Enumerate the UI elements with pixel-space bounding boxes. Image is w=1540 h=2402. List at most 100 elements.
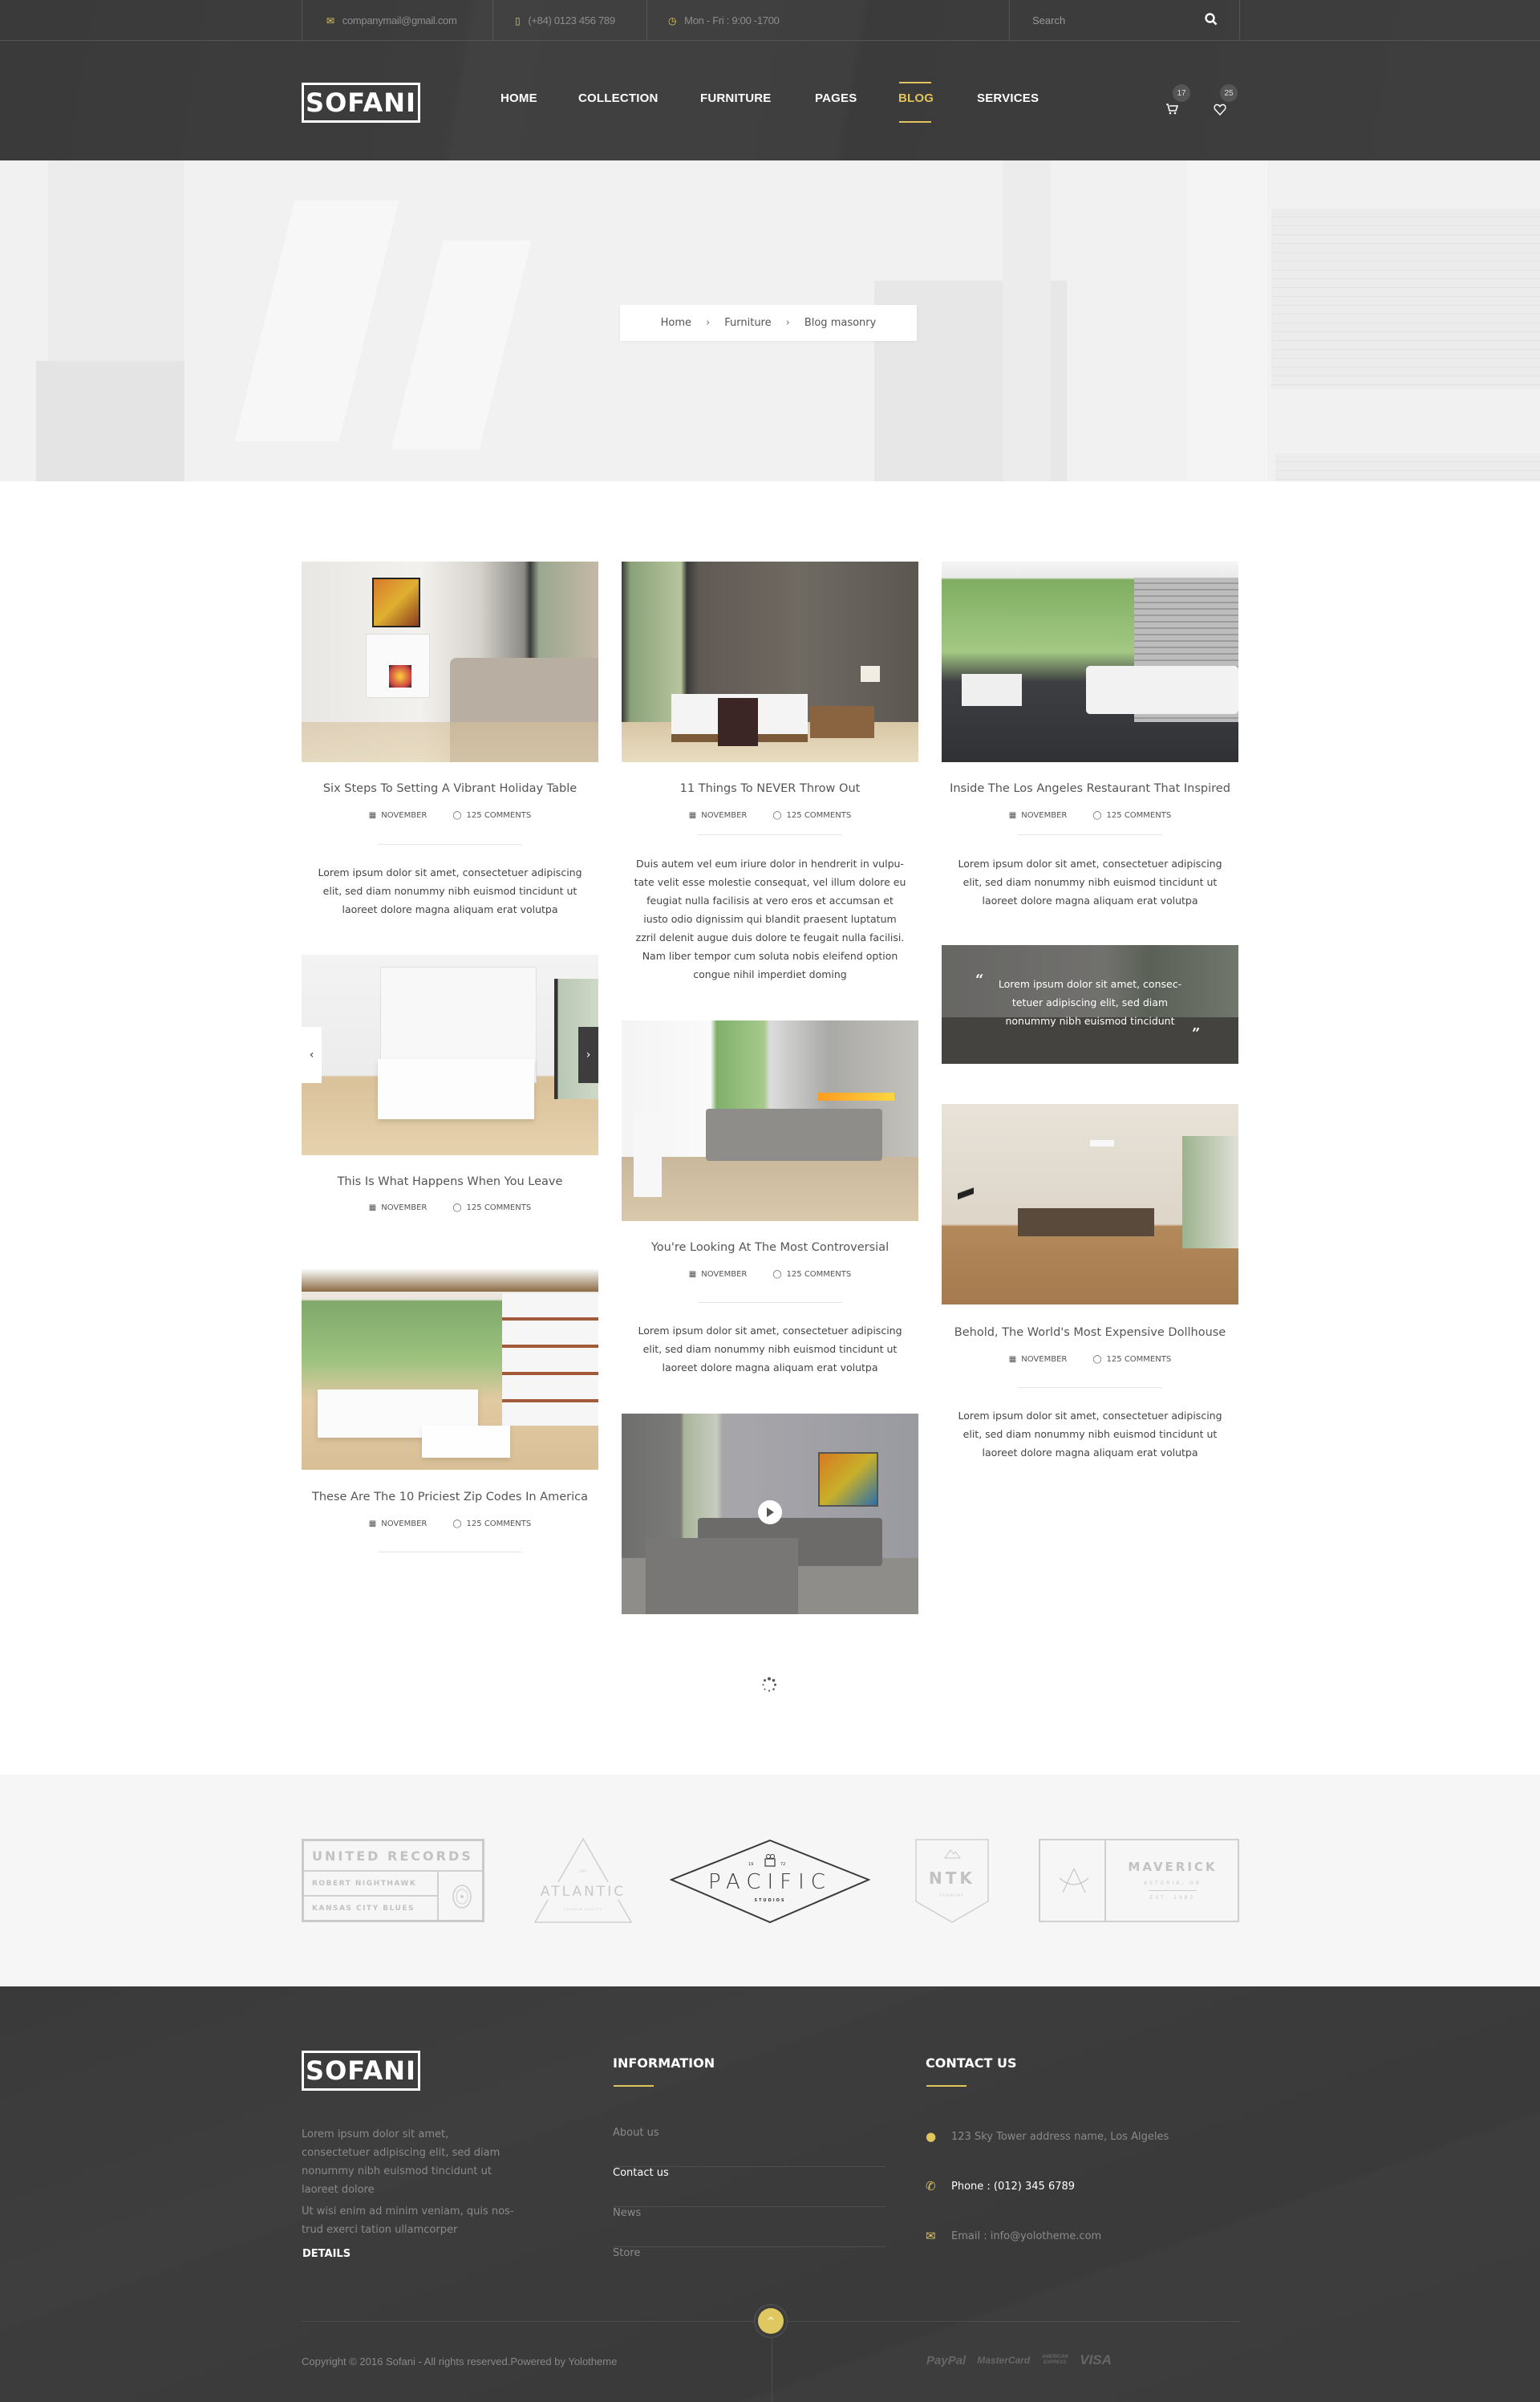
footer-link-contact[interactable]: Contact us: [613, 2167, 886, 2207]
compass-icon: [1059, 1868, 1089, 1893]
post-title[interactable]: You're Looking At The Most Controversial: [622, 1241, 918, 1254]
topbar-email[interactable]: ✉ companymail@gmail.com: [302, 0, 492, 41]
footer-details-link[interactable]: DETAILS: [302, 2248, 351, 2260]
slider-next-button[interactable]: ›: [578, 1027, 598, 1083]
heart-icon[interactable]: [1214, 103, 1226, 116]
partner-logo-united-records[interactable]: UNITED RECORDS ROBERT NIGHTHAWK KANSAS C…: [302, 1839, 484, 1922]
footer-link-news[interactable]: News: [613, 2207, 886, 2247]
post-meta: ▦ NOVEMBER ◯ 125 COMMENTS: [942, 1355, 1238, 1364]
footer-contact-title: CONTACT US: [926, 2055, 1017, 2071]
post-gallery-slider: ‹ ›: [302, 955, 598, 1155]
calendar-icon: ▦: [688, 1270, 697, 1279]
lamp: [861, 666, 880, 682]
copyright: Copyright © 2016 Sofani - All rights res…: [302, 2355, 618, 2368]
ottoman: [962, 674, 1022, 706]
search-icon[interactable]: [1204, 12, 1218, 26]
post-video[interactable]: [622, 1414, 918, 1614]
post-comments[interactable]: ◯ 125 COMMENTS: [1092, 811, 1171, 820]
breadcrumb-home[interactable]: Home: [661, 317, 691, 329]
nav-pages[interactable]: PAGES: [815, 91, 857, 105]
quote-open-icon: “: [975, 972, 984, 988]
partner-logo-maverick[interactable]: MAVERICK ASTORIA, OR EST. 1982: [1039, 1839, 1239, 1922]
post-comments[interactable]: ◯ 125 COMMENTS: [772, 1270, 851, 1279]
post-comments[interactable]: ◯ 125 COMMENTS: [772, 811, 851, 820]
sofa: [646, 1538, 798, 1614]
cart-icon[interactable]: [1165, 103, 1178, 116]
post-title[interactable]: Inside The Los Angeles Restaurant That I…: [942, 782, 1238, 795]
calendar-icon: ▦: [1008, 1355, 1017, 1364]
partner-logo-ntk[interactable]: NTK VERMONT: [915, 1839, 989, 1924]
post-title[interactable]: These Are The 10 Priciest Zip Codes In A…: [302, 1491, 598, 1503]
post-excerpt: Duis autem vel eum iriure dolor in hendr…: [634, 858, 906, 980]
footer-about-text: Lorem ipsum dolor sit amet, consectetuer…: [302, 2128, 500, 2196]
search-input[interactable]: [1032, 11, 1193, 29]
hero-bg-wall: [1275, 453, 1540, 481]
camera-icon: [764, 1858, 776, 1867]
post-title[interactable]: 11 Things To NEVER Throw Out: [622, 782, 918, 795]
back-to-top-ring: ^: [754, 2304, 788, 2338]
post-date: ▦ NOVEMBER: [368, 811, 428, 820]
post-title[interactable]: Six Steps To Setting A Vibrant Holiday T…: [302, 782, 598, 795]
post-comments[interactable]: ◯ 125 COMMENTS: [452, 1520, 531, 1528]
search-box: [1009, 0, 1240, 41]
hero-bg-wall: [1271, 209, 1540, 389]
quote-post[interactable]: “ Lorem ipsum dolor sit amet, consec-tet…: [942, 945, 1238, 1064]
comment-icon: ◯: [1092, 1355, 1102, 1364]
envelope-icon: ✉: [926, 2229, 936, 2243]
partner-sub: VERMONT: [940, 1893, 965, 1897]
post-meta: ▦ NOVEMBER ◯ 125 COMMENTS: [622, 1270, 918, 1279]
footer-link-about[interactable]: About us: [613, 2127, 886, 2167]
phone-icon: ✆: [926, 2179, 936, 2193]
comment-icon: ◯: [452, 1520, 462, 1528]
post-image[interactable]: [302, 1269, 598, 1470]
sofa: [1018, 1208, 1154, 1236]
topbar-phone[interactable]: ▯ (+84) 0123 456 789: [492, 0, 646, 41]
nav-blog[interactable]: BLOG: [898, 91, 934, 105]
play-button[interactable]: [758, 1500, 782, 1524]
post-comments[interactable]: ◯ 125 COMMENTS: [452, 1203, 531, 1212]
divider: [378, 844, 522, 845]
post-excerpt: Lorem ipsum dolor sit amet, consectetuer…: [638, 1325, 902, 1373]
partner-logo-atlantic[interactable]: 1957 ATLANTIC PREMIUM QUALITY: [533, 1837, 634, 1924]
visa-icon: VISA: [1080, 2352, 1112, 2368]
nav-collection[interactable]: COLLECTION: [578, 91, 659, 105]
post-excerpt: Lorem ipsum dolor sit amet, consectetuer…: [318, 866, 582, 915]
hero-bg-window: [391, 241, 532, 449]
comment-icon: ◯: [452, 811, 462, 820]
post-image[interactable]: [622, 562, 918, 762]
site-logo[interactable]: SOFANI: [302, 83, 420, 123]
post-image[interactable]: [302, 562, 598, 762]
chevron-up-icon: ^: [766, 2315, 776, 2327]
post-image[interactable]: [942, 1104, 1238, 1304]
painting: [372, 578, 420, 627]
post-comments[interactable]: ◯ 125 COMMENTS: [452, 811, 531, 820]
post-image[interactable]: [942, 562, 1238, 762]
nav-services[interactable]: SERVICES: [977, 91, 1039, 105]
post-image[interactable]: [622, 1020, 918, 1221]
footer-info-title: INFORMATION: [613, 2055, 715, 2071]
back-to-top-button[interactable]: ^: [758, 2308, 784, 2334]
footer-email[interactable]: ✉ Email : info@yolotheme.com: [926, 2229, 1101, 2243]
post-comments[interactable]: ◯ 125 COMMENTS: [1092, 1355, 1171, 1364]
top-bar: ✉ companymail@gmail.com ▯ (+84) 0123 456…: [0, 0, 1540, 41]
nav-active-indicator-bottom: [899, 121, 931, 123]
footer-logo[interactable]: SOFANI: [302, 2051, 420, 2091]
sofa: [1086, 666, 1238, 714]
wishlist-count-badge: 25: [1220, 84, 1238, 102]
partner-logo-pacific[interactable]: 19 72 PACIFIC STUDIOS: [670, 1839, 870, 1924]
map-pin-icon: ●: [926, 2129, 937, 2144]
window: [1182, 1136, 1238, 1248]
post-title[interactable]: This Is What Happens When You Leave: [302, 1175, 598, 1188]
footer-link-store[interactable]: Store: [613, 2247, 886, 2287]
post-excerpt: Lorem ipsum dolor sit amet, consectetuer…: [958, 1410, 1222, 1459]
breadcrumb-furniture[interactable]: Furniture: [724, 317, 771, 329]
footer-phone[interactable]: ✆ Phone : (012) 345 6789: [926, 2179, 1075, 2193]
hero-bg-window: [234, 201, 399, 441]
chevron-right-icon: ›: [785, 317, 790, 329]
nightstand: [810, 706, 874, 738]
blanket: [718, 698, 758, 746]
nav-home[interactable]: HOME: [500, 91, 537, 105]
slider-prev-button[interactable]: ‹: [302, 1027, 322, 1083]
post-title[interactable]: Behold, The World's Most Expensive Dollh…: [942, 1326, 1238, 1339]
nav-furniture[interactable]: FURNITURE: [700, 91, 771, 105]
